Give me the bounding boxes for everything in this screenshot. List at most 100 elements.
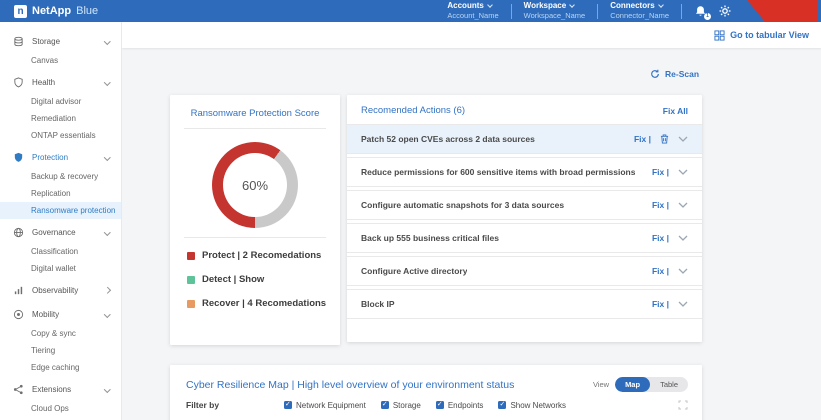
filter-storage[interactable]: Storage [380, 400, 421, 410]
sidebar-item-label: Governance [32, 228, 76, 237]
chevron-down-icon [103, 386, 110, 393]
settings-gear-icon[interactable] [719, 5, 731, 17]
protection-score-donut-chart: 60% [212, 142, 298, 228]
account-name: Account_Name [447, 11, 499, 21]
chevron-down-icon[interactable] [678, 268, 688, 274]
action-row[interactable]: Patch 52 open CVEs across 2 data sources… [347, 124, 702, 154]
action-row[interactable]: Reduce permissions for 600 sensitive ite… [347, 157, 702, 187]
fix-button[interactable]: Fix | [652, 266, 669, 276]
chevron-down-icon [569, 2, 576, 9]
action-row[interactable]: Block IP Fix | [347, 289, 702, 319]
workspace-menu[interactable]: Workspace Workspace_Name [524, 1, 586, 20]
sidebar-item-label: Health [32, 78, 56, 87]
filter-label: Storage [392, 400, 421, 410]
corner-ribbon [747, 0, 817, 22]
sidebar-item-health[interactable]: Health [0, 72, 121, 93]
action-text: Reduce permissions for 600 sensitive ite… [361, 167, 636, 177]
filter-network-equipment[interactable]: Network Equipment [284, 400, 366, 410]
chevron-down-icon[interactable] [678, 301, 688, 307]
sidebar-item-tiering[interactable]: Tiering [0, 342, 121, 359]
sidebar-item-replication[interactable]: Replication [0, 185, 121, 202]
chevron-down-icon[interactable] [678, 202, 688, 208]
fix-button[interactable]: Fix | [652, 233, 669, 243]
fullscreen-icon[interactable] [678, 400, 688, 410]
chevron-down-icon[interactable] [678, 169, 688, 175]
trash-icon[interactable] [660, 134, 669, 144]
chevron-down-icon [103, 311, 110, 318]
fix-button[interactable]: Fix | [652, 167, 669, 177]
action-row[interactable]: Back up 555 business critical files Fix … [347, 223, 702, 253]
filter-show-networks[interactable]: Show Networks [498, 400, 566, 410]
chevron-down-icon[interactable] [678, 235, 688, 241]
connectors-menu[interactable]: Connectors Connector_Name [610, 1, 669, 20]
brand-product: Blue [76, 5, 99, 17]
filter-label: Network Equipment [296, 400, 366, 410]
checkbox-checked-icon[interactable] [435, 400, 444, 409]
checkbox-checked-icon[interactable] [380, 400, 389, 409]
sidebar-item-governance[interactable]: Governance [0, 222, 121, 243]
sidebar-item-ontap-essentials[interactable]: ONTAP essentials [0, 127, 121, 144]
legend-label: Detect | Show [202, 274, 265, 285]
accounts-label: Accounts [447, 1, 484, 11]
app-root: n NetApp Blue Accounts Account_Name Work… [0, 0, 821, 420]
filter-endpoints[interactable]: Endpoints [435, 400, 483, 410]
chevron-down-icon [103, 38, 110, 45]
protect-swatch-icon [187, 251, 195, 260]
fix-button[interactable]: Fix | [634, 134, 651, 144]
workspace-label: Workspace [523, 1, 567, 11]
grid-icon [714, 29, 725, 41]
map-table-toggle: Map Table [615, 377, 688, 392]
view-table-button[interactable]: Table [650, 377, 688, 392]
legend-item-protect[interactable]: Protect | 2 Recomedations [187, 250, 340, 261]
sidebar-item-cloud-ops[interactable]: Cloud Ops [0, 400, 121, 417]
accounts-menu[interactable]: Accounts Account_Name [447, 1, 498, 20]
sidebar-item-observability[interactable]: Observability [0, 280, 121, 301]
chevron-down-icon [103, 79, 110, 86]
action-row[interactable]: Configure automatic snapshots for 3 data… [347, 190, 702, 220]
rescan-button[interactable]: Re-Scan [650, 69, 699, 79]
checkbox-checked-icon[interactable] [498, 400, 507, 409]
action-row[interactable]: Configure Active directory Fix | [347, 256, 702, 286]
fix-button[interactable]: Fix | [652, 200, 669, 210]
recommended-actions-card: Recomended Actions (6) Fix All Patch 52 … [347, 95, 702, 342]
sidebar-item-ransomware-protection[interactable]: Ransomware protection [0, 202, 121, 219]
chevron-down-icon[interactable] [678, 136, 688, 142]
legend-item-recover[interactable]: Recover | 4 Recomedations [187, 298, 340, 309]
map-card-title: Cyber Resilience Map | High level overvi… [186, 378, 515, 391]
view-map-button[interactable]: Map [615, 377, 651, 392]
filter-by-label: Filter by [186, 400, 220, 410]
legend-label: Recover | 4 Recomedations [202, 298, 327, 309]
score-card-title: Ransomware Protection Score [190, 108, 320, 119]
sidebar-item-copy-sync[interactable]: Copy & sync [0, 325, 121, 342]
workspace-name: Workspace_Name [523, 11, 586, 21]
sidebar-item-remediation[interactable]: Remediation [0, 110, 121, 127]
action-text: Block IP [361, 299, 395, 309]
fix-button[interactable]: Fix | [652, 299, 669, 309]
sidebar-item-protection[interactable]: Protection [0, 147, 121, 168]
sidebar-item-edge-caching[interactable]: Edge caching [0, 359, 121, 376]
sidebar-item-label: Observability [32, 286, 79, 295]
divider [184, 128, 326, 129]
sidebar-item-classification[interactable]: Classification [0, 243, 121, 260]
legend-label: Protect | 2 Recomedations [202, 250, 322, 261]
storage-icon [12, 36, 24, 47]
go-to-tabular-view-button[interactable]: Go to tabular View [714, 29, 809, 41]
action-text: Configure Active directory [361, 266, 468, 276]
sidebar-item-extensions[interactable]: Extensions [0, 379, 121, 400]
protection-shield-icon [12, 152, 24, 163]
header-divider [597, 3, 599, 19]
rescan-label: Re-Scan [665, 69, 700, 79]
fix-all-button[interactable]: Fix All [663, 106, 688, 116]
sidebar-item-digital-wallet[interactable]: Digital wallet [0, 260, 121, 277]
legend-item-detect[interactable]: Detect | Show [187, 274, 340, 285]
extensions-share-icon [12, 384, 24, 395]
mobility-target-icon [12, 309, 24, 320]
sidebar-item-mobility[interactable]: Mobility [0, 304, 121, 325]
chevron-down-icon [103, 154, 110, 161]
sidebar-item-canvas[interactable]: Canvas [0, 52, 121, 69]
sidebar-item-digital-advisor[interactable]: Digital advisor [0, 93, 121, 110]
sidebar-item-storage[interactable]: Storage [0, 31, 121, 52]
checkbox-checked-icon[interactable] [284, 400, 292, 409]
sidebar-item-backup-recovery[interactable]: Backup & recovery [0, 168, 121, 185]
notifications-bell-icon[interactable]: 1 [694, 5, 711, 20]
